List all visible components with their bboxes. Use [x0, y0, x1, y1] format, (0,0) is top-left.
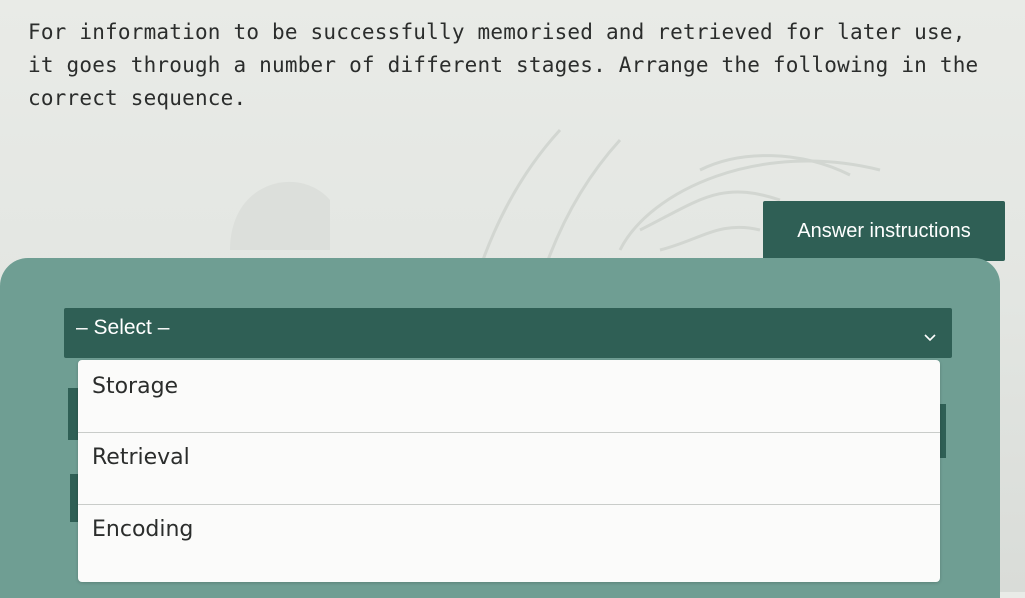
select-placeholder: – Select –	[76, 316, 170, 339]
collapsed-select-edge	[68, 388, 78, 440]
question-text: For information to be successfully memor…	[28, 20, 979, 110]
option-label: Encoding	[92, 517, 194, 542]
option-retrieval[interactable]: Retrieval	[78, 433, 940, 505]
sequence-select[interactable]: – Select –	[64, 308, 952, 358]
select-options-list: Storage Retrieval Encoding	[78, 360, 940, 582]
answer-instructions-button[interactable]: Answer instructions	[763, 201, 1005, 261]
chevron-down-icon	[924, 334, 936, 342]
option-encoding[interactable]: Encoding	[78, 505, 940, 577]
option-label: Storage	[92, 374, 179, 399]
option-storage[interactable]: Storage	[78, 360, 940, 432]
option-label: Retrieval	[92, 445, 190, 470]
